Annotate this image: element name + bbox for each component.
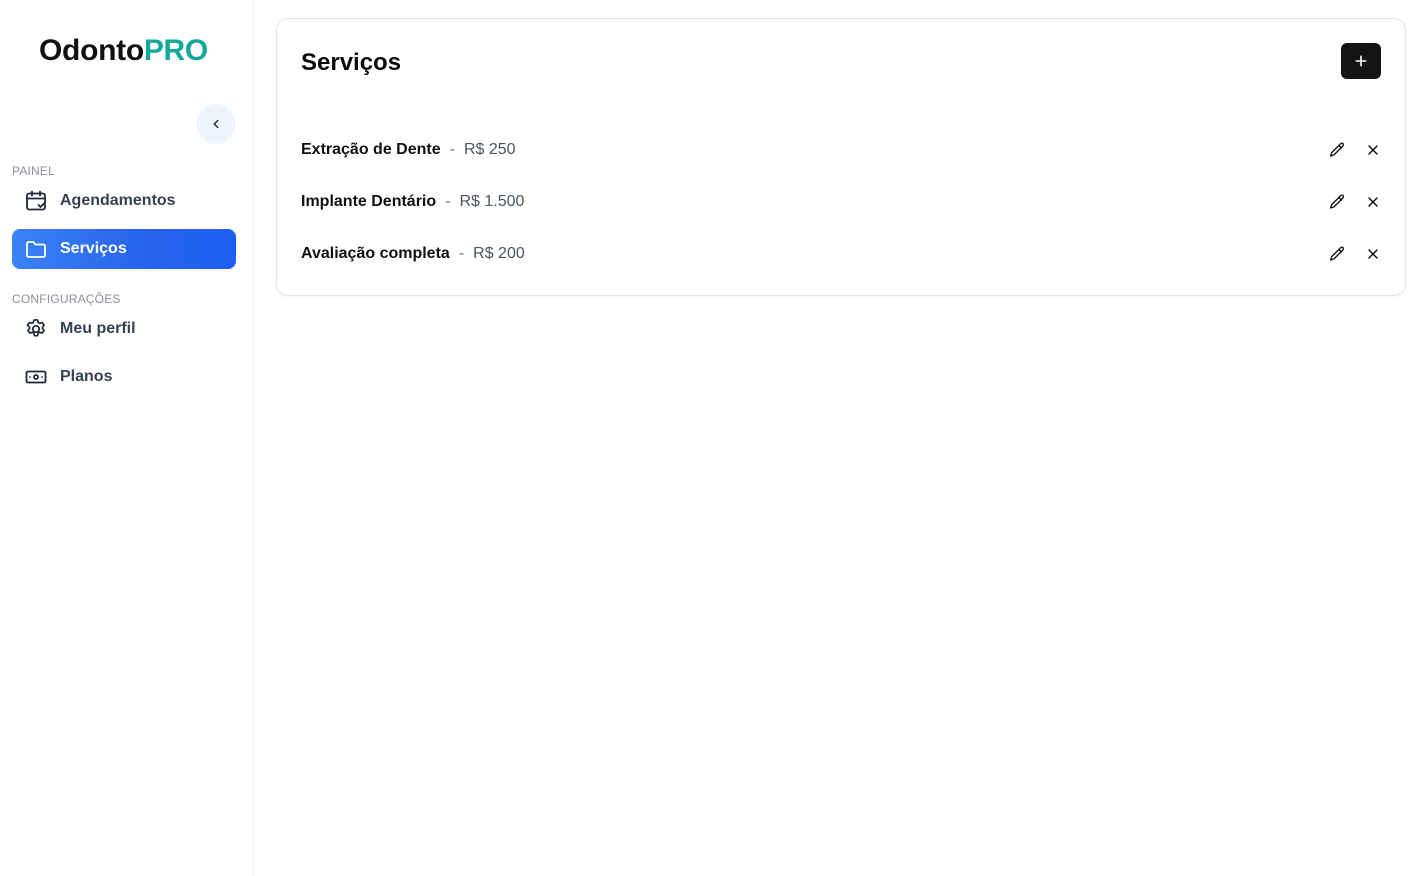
sidebar-item-servicos[interactable]: Serviços (12, 229, 236, 269)
close-icon (1365, 246, 1381, 262)
delete-service-button[interactable] (1361, 190, 1385, 214)
logo-primary-text: Odonto (39, 34, 144, 67)
delete-service-button[interactable] (1361, 242, 1385, 266)
edit-service-button[interactable] (1325, 190, 1349, 214)
section-label-configuracoes: CONFIGURAÇÕES (12, 292, 121, 306)
sidebar: OdontoPRO PAINEL Agendamentos Serviços C… (0, 0, 253, 876)
service-name: Implante Dentário (301, 193, 437, 210)
app-logo[interactable]: OdontoPRO (0, 34, 247, 68)
service-name: Avaliação completa (301, 245, 450, 262)
service-price: R$ 250 (463, 141, 516, 158)
service-price: R$ 200 (473, 245, 525, 262)
pencil-icon (1328, 193, 1346, 211)
add-service-button[interactable] (1341, 43, 1381, 79)
sidebar-item-label: Agendamentos (60, 192, 176, 209)
row-actions (1325, 242, 1385, 266)
banknote-icon (24, 365, 48, 389)
service-price: R$ 1.500 (459, 193, 525, 210)
edit-service-button[interactable] (1325, 242, 1349, 266)
delete-service-button[interactable] (1361, 138, 1385, 162)
page-title: Serviços (301, 49, 402, 76)
service-separator: - (445, 193, 451, 210)
service-row: Avaliação completa - R$ 200 (301, 234, 1383, 274)
sidebar-item-label: Meu perfil (60, 320, 136, 337)
sidebar-item-label: Serviços (60, 240, 127, 257)
services-card: Serviços Extração de Dente - R$ 250 Impl… (276, 18, 1406, 296)
folder-icon (24, 237, 48, 261)
pencil-icon (1328, 245, 1346, 263)
service-separator: - (458, 245, 465, 262)
calendar-check-icon (24, 189, 48, 213)
service-name: Extração de Dente (301, 141, 441, 158)
section-label-painel: PAINEL (12, 164, 55, 178)
close-icon (1365, 142, 1381, 158)
sidebar-item-meu-perfil[interactable]: Meu perfil (12, 309, 236, 349)
service-row: Implante Dentário - R$ 1.500 (301, 182, 1383, 222)
service-separator: - (449, 141, 455, 158)
chevron-left-icon (209, 117, 223, 131)
edit-service-button[interactable] (1325, 138, 1349, 162)
sidebar-item-agendamentos[interactable]: Agendamentos (12, 181, 236, 221)
service-row: Extração de Dente - R$ 250 (301, 130, 1383, 170)
gear-icon (24, 317, 48, 341)
sidebar-item-planos[interactable]: Planos (12, 357, 236, 397)
row-actions (1325, 138, 1385, 162)
row-actions (1325, 190, 1385, 214)
plus-icon (1353, 53, 1369, 69)
sidebar-item-label: Planos (60, 368, 113, 385)
logo-accent-text: PRO (143, 34, 208, 67)
close-icon (1365, 194, 1381, 210)
pencil-icon (1328, 141, 1346, 159)
collapse-sidebar-button[interactable] (196, 104, 236, 144)
